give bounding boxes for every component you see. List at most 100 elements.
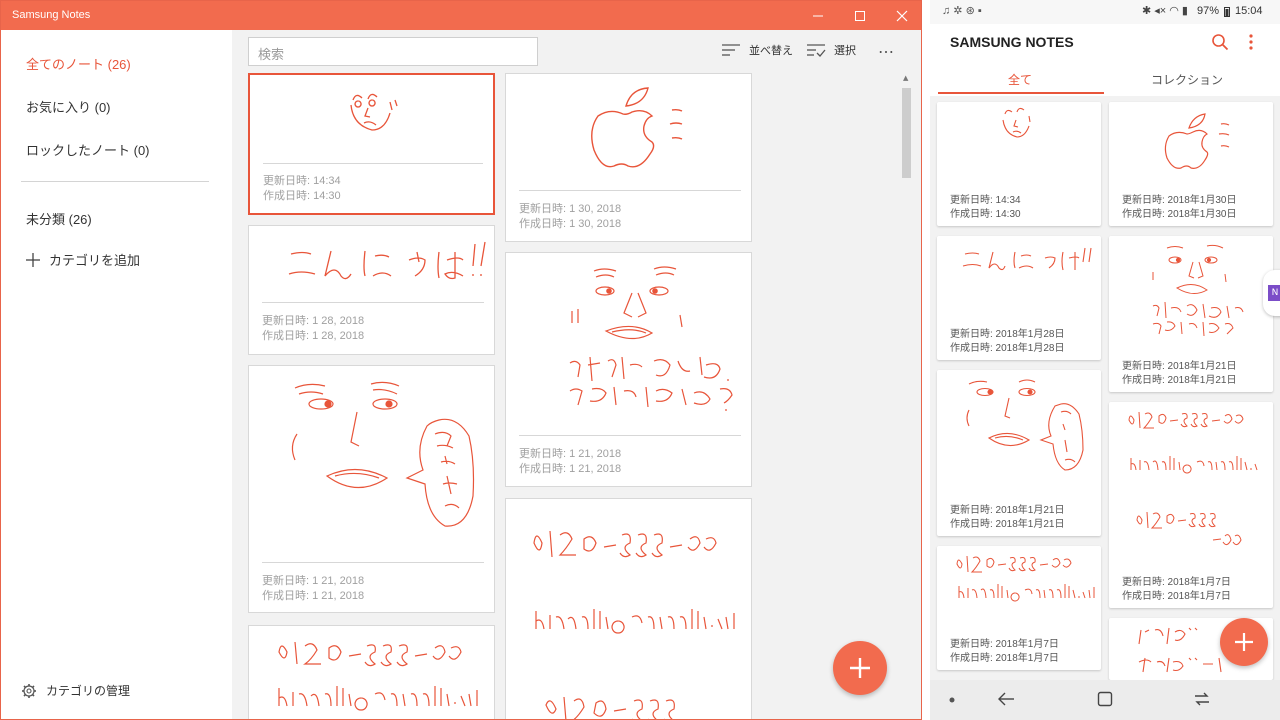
add-category-button[interactable]: カテゴリを追加 bbox=[26, 250, 140, 269]
note-created: 作成日時: 14:30 bbox=[950, 209, 1021, 220]
notes-content: 検索 並べ替え 選択 … ▲ 更新日時: 14:34 作成日時: 14:30 更… bbox=[232, 30, 921, 719]
note-divider bbox=[519, 190, 741, 191]
note-updated: 更新日時: 2018年1月30日 bbox=[1122, 195, 1237, 206]
note-sketch-face-bubble bbox=[966, 379, 1084, 471]
select-button[interactable]: 選択 bbox=[806, 42, 856, 58]
add-category-label: カテゴリを追加 bbox=[49, 253, 141, 268]
sidebar-item-uncategorized[interactable]: 未分類 (26) bbox=[26, 209, 92, 228]
note-sketch-face bbox=[350, 93, 398, 131]
overflow-menu-icon[interactable] bbox=[1248, 33, 1254, 51]
note-updated: 更新日時: 1 28, 2018 bbox=[262, 315, 365, 327]
phone-note-card[interactable]: 更新日時: 2018年1月28日 作成日時: 2018年1月28日 bbox=[937, 236, 1101, 360]
phone-note-card[interactable]: 更新日時: 14:34 作成日時: 14:30 bbox=[937, 102, 1101, 226]
home-icon[interactable] bbox=[1097, 691, 1113, 707]
battery-level: 97% bbox=[1197, 5, 1220, 17]
plus-icon bbox=[26, 252, 40, 267]
note-card[interactable]: 更新日時: 1 30, 2018 作成日時: 1 30, 2018 bbox=[505, 73, 752, 242]
note-created: 作成日時: 2018年1月7日 bbox=[950, 653, 1059, 664]
note-sketch-handwriting bbox=[1128, 411, 1258, 546]
note-dates: 更新日時: 2018年1月7日 作成日時: 2018年1月7日 bbox=[950, 638, 1059, 666]
note-sketch-face-bubble bbox=[291, 381, 475, 527]
note-created: 作成日時: 2018年1月21日 bbox=[950, 519, 1065, 530]
note-created: 作成日時: 1 21, 2018 bbox=[262, 590, 365, 602]
sidebar-item-all-notes[interactable]: 全てのノート (26) bbox=[26, 54, 131, 73]
minimize-button[interactable] bbox=[795, 1, 841, 30]
note-dates: 更新日時: 2018年1月30日 作成日時: 2018年1月30日 bbox=[1122, 194, 1237, 222]
sidebar-divider bbox=[21, 181, 209, 182]
sidebar: 全てのノート (26) お気に入り (0) ロックしたノート (0) 未分類 (… bbox=[1, 30, 232, 719]
search-icon[interactable] bbox=[1211, 33, 1229, 51]
note-sketch-apple bbox=[591, 87, 683, 168]
notification-icons: ♫ ✲ ⊛ ▪ bbox=[942, 5, 982, 17]
back-icon[interactable] bbox=[997, 691, 1015, 707]
note-card[interactable]: 更新日時: 1 21, 2018 作成日時: 1 21, 2018 bbox=[505, 252, 752, 487]
note-created: 作成日時: 1 28, 2018 bbox=[262, 330, 365, 342]
note-updated: 更新日時: 2018年1月21日 bbox=[1122, 361, 1237, 372]
note-card[interactable] bbox=[505, 498, 752, 719]
sort-icon bbox=[722, 44, 740, 56]
note-dates: 更新日時: 1 28, 2018 作成日時: 1 28, 2018 bbox=[262, 314, 364, 344]
note-divider bbox=[263, 163, 483, 164]
edge-panel-handle[interactable]: N bbox=[1263, 270, 1280, 316]
note-sketch-face-caption bbox=[569, 266, 733, 411]
manage-categories-button[interactable]: カテゴリの管理 bbox=[21, 682, 130, 699]
note-card[interactable]: 更新日時: 1 21, 2018 作成日時: 1 21, 2018 bbox=[248, 365, 495, 613]
note-updated: 更新日時: 1 21, 2018 bbox=[519, 448, 622, 460]
phone-note-card[interactable]: 更新日時: 2018年1月7日 作成日時: 2018年1月7日 bbox=[937, 546, 1101, 670]
scroll-up-arrow[interactable]: ▲ bbox=[903, 74, 908, 82]
note-sketch-face bbox=[1002, 107, 1031, 138]
note-updated: 更新日時: 2018年1月7日 bbox=[1122, 577, 1231, 588]
note-sketch-handwriting bbox=[956, 555, 1095, 602]
status-bar: ♫ ✲ ⊛ ▪ ✱ ◂× ◠ ▮ 97% 15:04 bbox=[930, 0, 1280, 24]
phone-note-card[interactable]: 更新日時: 2018年1月21日 作成日時: 2018年1月21日 bbox=[937, 370, 1101, 536]
scrollbar-thumb[interactable] bbox=[902, 88, 911, 178]
note-created: 作成日時: 1 30, 2018 bbox=[519, 218, 622, 230]
sidebar-item-favorites[interactable]: お気に入り (0) bbox=[26, 97, 111, 116]
note-dates: 更新日時: 2018年1月21日 作成日時: 2018年1月21日 bbox=[950, 504, 1065, 532]
note-card[interactable]: 更新日時: 1 28, 2018 作成日時: 1 28, 2018 bbox=[248, 225, 495, 355]
select-icon bbox=[807, 44, 826, 57]
new-note-fab[interactable] bbox=[833, 641, 887, 695]
edge-panel-letter: N bbox=[1268, 285, 1280, 301]
tab-collection[interactable]: コレクション bbox=[1151, 71, 1223, 88]
note-dates: 更新日時: 14:34 作成日時: 14:30 bbox=[263, 174, 341, 204]
note-card[interactable]: 更新日時: 14:34 作成日時: 14:30 bbox=[248, 73, 495, 215]
maximize-icon bbox=[855, 10, 865, 21]
note-created: 作成日時: 2018年1月7日 bbox=[1122, 591, 1231, 602]
phone-screen: ♫ ✲ ⊛ ▪ ✱ ◂× ◠ ▮ 97% 15:04 SAMSUNG NOTES… bbox=[930, 0, 1280, 720]
note-divider bbox=[519, 435, 741, 436]
phone-note-card[interactable]: 更新日時: 2018年1月7日 作成日時: 2018年1月7日 bbox=[1109, 402, 1273, 608]
note-dates: 更新日時: 1 21, 2018 作成日時: 1 21, 2018 bbox=[519, 447, 621, 477]
app-bar: SAMSUNG NOTES 全て コレクション bbox=[930, 24, 1280, 96]
more-options-button[interactable]: … bbox=[878, 38, 895, 57]
clock: 15:04 bbox=[1235, 5, 1263, 17]
phone-note-card[interactable]: 更新日時: 2018年1月21日 作成日時: 2018年1月21日 bbox=[1109, 236, 1273, 392]
phone-note-card[interactable]: 更新日時: 2018年1月30日 作成日時: 2018年1月30日 bbox=[1109, 102, 1273, 226]
active-tab-indicator bbox=[938, 92, 1104, 94]
note-sketch-handwriting bbox=[962, 247, 1092, 271]
sidebar-item-locked[interactable]: ロックしたノート (0) bbox=[26, 140, 150, 159]
close-button[interactable] bbox=[879, 1, 921, 30]
sort-button[interactable]: 並べ替え bbox=[721, 42, 793, 58]
app-title: SAMSUNG NOTES bbox=[950, 34, 1074, 50]
window-title: Samsung Notes bbox=[12, 9, 91, 21]
search-input[interactable]: 検索 bbox=[248, 37, 538, 66]
recent-apps-icon[interactable] bbox=[1193, 691, 1211, 707]
nav-dot-icon[interactable] bbox=[949, 697, 955, 703]
note-created: 作成日時: 2018年1月28日 bbox=[950, 343, 1065, 354]
battery-icon bbox=[1224, 7, 1230, 17]
tab-all[interactable]: 全て bbox=[1008, 71, 1032, 88]
close-icon bbox=[896, 10, 908, 21]
maximize-button[interactable] bbox=[837, 1, 883, 30]
note-updated: 更新日時: 2018年1月21日 bbox=[950, 505, 1065, 516]
note-created: 作成日時: 14:30 bbox=[263, 190, 341, 202]
note-created: 作成日時: 1 21, 2018 bbox=[519, 463, 622, 475]
navigation-bar bbox=[930, 680, 1280, 720]
title-bar[interactable]: Samsung Notes bbox=[1, 1, 921, 30]
note-updated: 更新日時: 14:34 bbox=[950, 195, 1021, 206]
new-note-fab[interactable] bbox=[1220, 618, 1268, 666]
scrollbar[interactable]: ▲ bbox=[899, 74, 913, 719]
note-created: 作成日時: 2018年1月30日 bbox=[1122, 209, 1237, 220]
note-card[interactable] bbox=[248, 625, 495, 719]
note-sketch-apple bbox=[1164, 113, 1230, 169]
